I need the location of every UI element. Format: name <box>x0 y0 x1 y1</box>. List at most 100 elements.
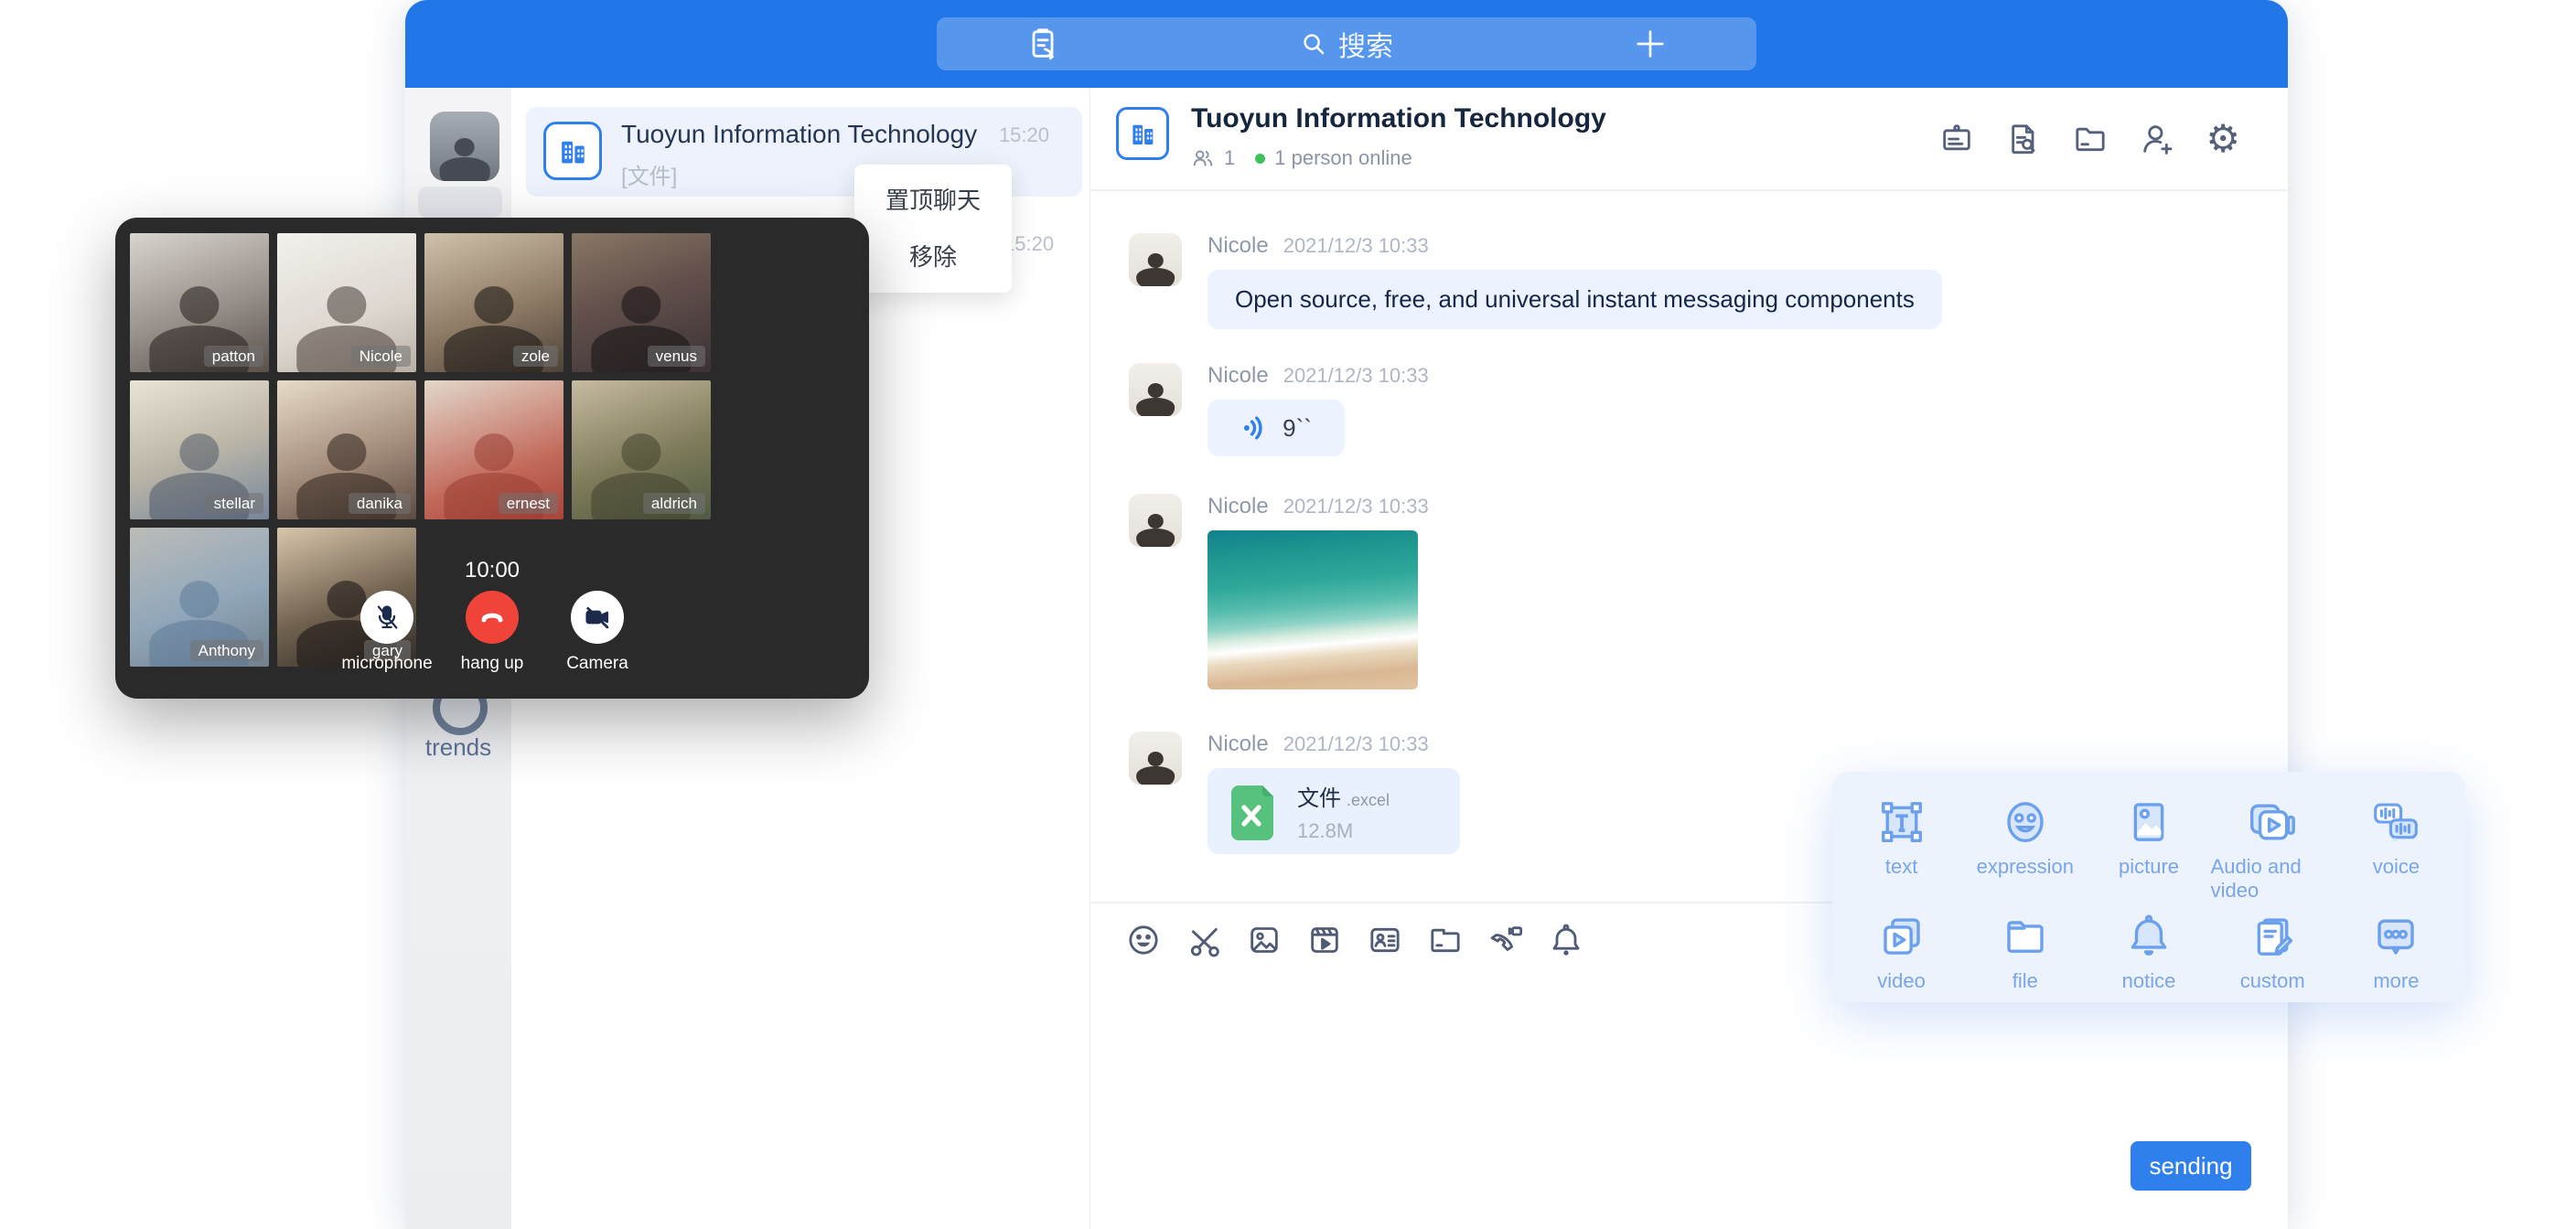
panel-item-audio-video[interactable]: Audio and video <box>2211 794 2334 903</box>
sender-avatar[interactable] <box>1129 363 1182 416</box>
panel-item-label: expression <box>1977 855 2074 879</box>
plus-icon[interactable] <box>1632 26 1669 62</box>
call-records-icon[interactable] <box>1025 26 1061 62</box>
voice-wave-icon <box>1240 413 1270 443</box>
file-message-card[interactable]: 文件.excel 12.8M <box>1208 768 1460 854</box>
hang-up-button[interactable] <box>466 591 519 644</box>
panel-item-expression[interactable]: expression <box>1963 794 2087 903</box>
sender-name: Nicole <box>1208 363 1269 389</box>
picture-icon[interactable] <box>1246 922 1283 958</box>
chat-title: Tuoyun Information Technology <box>1191 103 1606 134</box>
nav-item-trends[interactable]: trends <box>405 733 511 762</box>
message-type-panel: text expression picture <box>1832 772 2465 1002</box>
menu-item-pin-chat[interactable]: 置顶聊天 <box>854 172 1012 229</box>
voice-duration: 9`` <box>1283 414 1312 443</box>
message-image: Nicole 2021/12/3 10:33 <box>1129 494 1429 689</box>
voice-call-icon[interactable] <box>1487 922 1524 958</box>
group-building-icon <box>1116 107 1169 160</box>
chat-header: Tuoyun Information Technology 1 1 person… <box>1090 88 2288 191</box>
sender-name: Nicole <box>1208 494 1269 519</box>
panel-item-label: video <box>1877 969 1926 993</box>
sender-avatar[interactable] <box>1129 494 1182 547</box>
panel-item-picture[interactable]: picture <box>2087 794 2210 903</box>
folder-icon[interactable] <box>2072 121 2109 157</box>
conversation-time: 15:20 <box>999 123 1049 147</box>
participant-name: danika <box>349 493 411 514</box>
top-bar: 搜索 <box>405 0 2288 88</box>
file-search-icon[interactable] <box>2005 121 2042 157</box>
camera-button[interactable] <box>571 591 624 644</box>
emoji-icon[interactable] <box>1125 922 1162 958</box>
conversation-title: Tuoyun Information Technology <box>621 120 977 149</box>
context-menu: 置顶聊天 移除 <box>854 165 1012 293</box>
panel-item-video[interactable]: video <box>1840 908 1963 993</box>
panel-item-label: voice <box>2373 855 2420 879</box>
panel-item-more[interactable]: more <box>2334 908 2458 993</box>
page: 搜索 trends <box>0 0 2576 1229</box>
file-size: 12.8M <box>1297 819 1390 843</box>
sender-avatar[interactable] <box>1129 732 1182 785</box>
hang-up-label: hang up <box>461 654 524 674</box>
user-avatar[interactable] <box>430 112 499 181</box>
video-tile: stellar <box>130 380 269 519</box>
message-bubble[interactable]: Open source, free, and universal instant… <box>1208 270 1942 329</box>
message-timestamp: 2021/12/3 10:33 <box>1283 234 1429 258</box>
member-count: 1 <box>1224 146 1235 170</box>
image-message-beach[interactable] <box>1208 530 1418 689</box>
message-timestamp: 2021/12/3 10:33 <box>1283 732 1429 756</box>
message-voice: Nicole 2021/12/3 10:33 9`` <box>1129 363 1429 456</box>
participant-name: stellar <box>206 493 263 514</box>
notice-board-icon[interactable] <box>1938 121 1975 157</box>
file-ext: .excel <box>1347 791 1390 809</box>
send-button[interactable]: sending <box>2131 1141 2251 1191</box>
search-icon <box>1300 30 1327 58</box>
microphone-button[interactable] <box>360 591 413 644</box>
conversation-last-message: [文件] <box>621 158 677 190</box>
video-tile: zole <box>424 233 564 372</box>
members-icon <box>1191 146 1215 170</box>
video-tile: patton <box>130 233 269 372</box>
participant-name: patton <box>204 346 263 367</box>
bubble-dots-icon <box>2371 908 2420 961</box>
video-tile: danika <box>277 380 416 519</box>
message-timestamp: 2021/12/3 10:33 <box>1283 364 1429 388</box>
panel-item-label: custom <box>2240 969 2305 993</box>
video-tile: venus <box>572 233 711 372</box>
panel-item-voice[interactable]: voice <box>2334 794 2458 903</box>
panel-item-file[interactable]: file <box>1963 908 2087 993</box>
panel-item-notice[interactable]: notice <box>2087 908 2210 993</box>
menu-item-remove[interactable]: 移除 <box>854 229 1012 285</box>
call-controls: microphone hang up Camer <box>115 591 869 674</box>
voice-message-bubble[interactable]: 9`` <box>1208 400 1345 456</box>
excel-file-icon <box>1226 782 1279 840</box>
video-play-icon <box>1877 908 1927 961</box>
chat-main: Tuoyun Information Technology 1 1 person… <box>1089 88 2288 1229</box>
participant-name: Nicole <box>351 346 411 367</box>
nav-item-highlight[interactable] <box>418 187 502 218</box>
camera-label: Camera <box>566 654 628 674</box>
panel-item-text[interactable]: text <box>1840 794 1963 903</box>
panel-item-custom[interactable]: custom <box>2211 908 2334 993</box>
av-play-icon <box>2246 794 2299 847</box>
search-placeholder[interactable]: 搜索 <box>1338 24 1393 64</box>
video-icon[interactable] <box>1306 922 1343 958</box>
search-bar[interactable]: 搜索 <box>937 17 1756 70</box>
sender-name: Nicole <box>1208 233 1269 259</box>
participant-name: venus <box>648 346 705 367</box>
contact-card-icon[interactable] <box>1367 922 1403 958</box>
add-member-icon[interactable] <box>2139 121 2175 157</box>
voice-bubbles-icon <box>2369 794 2422 847</box>
notice-bell-icon[interactable] <box>1548 922 1584 958</box>
composer-toolbar <box>1125 922 1584 958</box>
settings-icon[interactable]: ⚙ <box>2206 121 2240 157</box>
participant-name: zole <box>513 346 558 367</box>
folder-icon[interactable] <box>1427 922 1464 958</box>
online-status: 1 person online <box>1274 146 1411 170</box>
smiley-icon <box>2001 794 2050 847</box>
video-tile: Nicole <box>277 233 416 372</box>
screenshot-scissors-icon[interactable] <box>1186 922 1222 958</box>
message-file: Nicole 2021/12/3 10:33 文件.excel <box>1129 732 1460 854</box>
video-tile: aldrich <box>572 380 711 519</box>
sender-avatar[interactable] <box>1129 233 1182 286</box>
panel-item-label: notice <box>2122 969 2176 993</box>
